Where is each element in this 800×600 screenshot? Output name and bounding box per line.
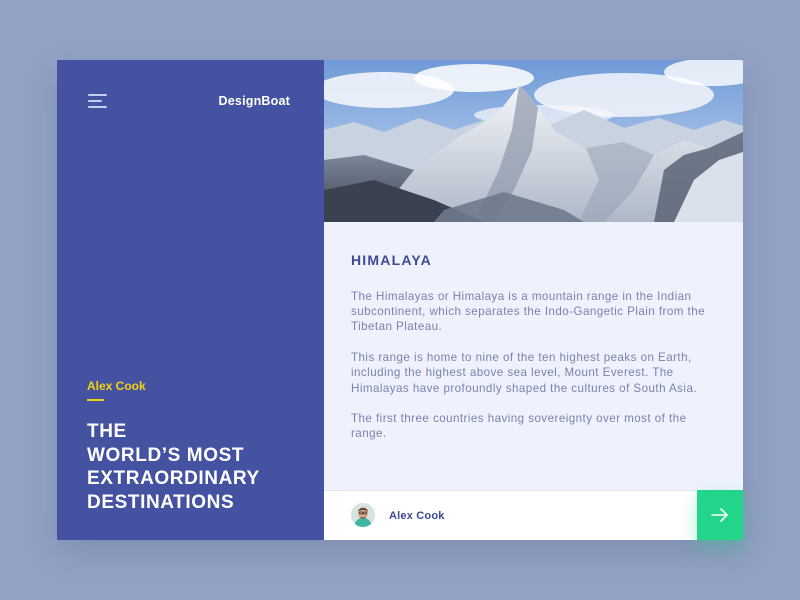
author-name[interactable]: Alex Cook [87,379,146,393]
sidebar-panel: DesignBoat Alex Cook THE WORLD’S MOST EX… [57,60,324,540]
page-headline: THE WORLD’S MOST EXTRAORDINARY DESTINATI… [87,420,307,514]
brand-logo[interactable]: DesignBoat [219,94,290,108]
headline-line: THE [87,421,127,442]
article-paragraph: The Himalayas or Himalaya is a mountain … [351,290,706,334]
article-paragraph: The first three countries having soverei… [351,412,687,441]
author-footer: Alex Cook [324,490,743,540]
headline-line: DESTINATIONS [87,491,235,513]
author-underline [87,399,104,401]
destination-card: DesignBoat Alex Cook THE WORLD’S MOST EX… [57,60,743,540]
article-paragraph: This range is home to nine of the ten hi… [351,351,698,395]
hamburger-menu-icon[interactable] [88,94,107,108]
article-title: HIMALAYA [351,252,432,268]
article-body: The Himalayas or Himalaya is a mountain … [351,289,711,457]
headline-line: EXTRAORDINARY [87,468,260,489]
avatar[interactable] [351,503,375,527]
article-panel: HIMALAYA The Himalayas or Himalaya is a … [324,60,743,540]
next-button[interactable] [697,490,743,540]
headline-line: WORLD’S MOST [87,444,245,466]
arrow-right-icon [711,508,728,522]
hero-mountain-image [324,60,743,222]
footer-author-name[interactable]: Alex Cook [389,510,445,522]
